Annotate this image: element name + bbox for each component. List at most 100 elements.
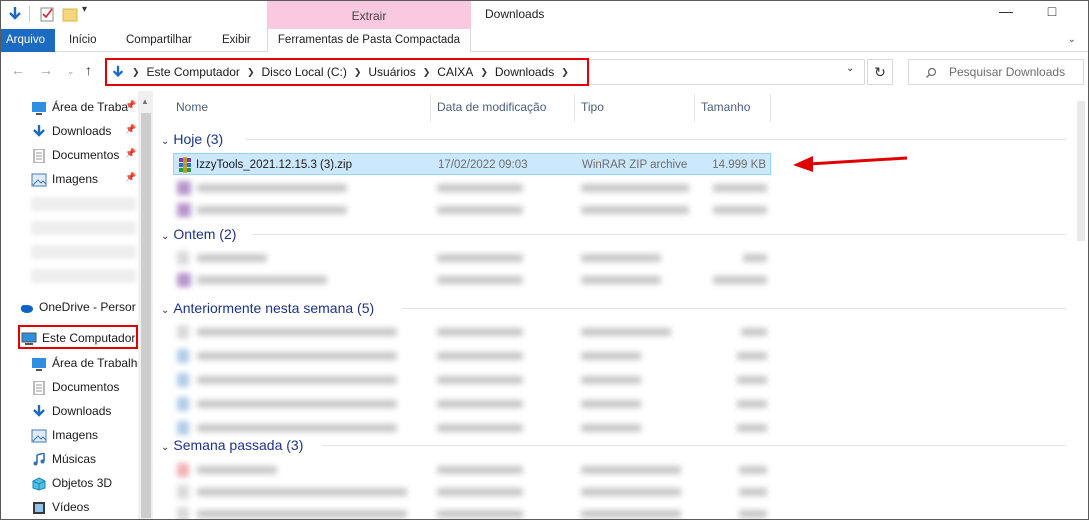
address-history-icon[interactable]: ⌄ xyxy=(846,63,854,74)
group-label: Hoje (3) xyxy=(173,131,224,147)
nav-item-objetos-3d[interactable]: Objetos 3D xyxy=(31,472,139,494)
new-folder-icon[interactable] xyxy=(62,6,78,22)
group-header-hoje[interactable]: ⌄ Hoje (3) xyxy=(161,128,223,150)
blurred-file-row[interactable] xyxy=(173,247,771,269)
group-label: Anteriormente nesta semana (5) xyxy=(173,300,375,316)
blurred-file-row[interactable] xyxy=(173,393,771,415)
group-header-semana-passada[interactable]: ⌄ Semana passada (3) xyxy=(161,434,303,456)
blurred-folder[interactable] xyxy=(31,221,136,235)
group-header-anteriormente[interactable]: ⌄ Anteriormente nesta semana (5) xyxy=(161,297,374,319)
nav-item-label: Imagens xyxy=(52,428,99,442)
column-divider[interactable] xyxy=(430,94,431,122)
context-group-header: Extrair xyxy=(267,1,471,29)
file-list: Nome Data de modificação Tipo Tamanho ⌄ H… xyxy=(156,91,1074,519)
video-icon xyxy=(33,501,45,514)
documents-icon xyxy=(33,148,45,163)
group-divider xyxy=(252,234,1066,235)
nav-item-label: OneDrive - Persor xyxy=(39,300,136,314)
blurred-folder[interactable] xyxy=(31,269,136,283)
nav-item-label: Objetos 3D xyxy=(52,476,113,490)
pin-icon[interactable]: 📌 xyxy=(125,172,136,183)
nav-item-label: Downloads xyxy=(52,404,112,418)
nav-item-onedrive[interactable]: OneDrive - Persor xyxy=(18,296,140,318)
blurred-file-row[interactable] xyxy=(173,321,771,343)
nav-item-videos[interactable]: Vídeos xyxy=(31,496,139,518)
maximize-button[interactable]: □ xyxy=(1037,3,1067,25)
blurred-file-row[interactable] xyxy=(173,459,771,481)
file-row-selected[interactable]: IzzyTools_2021.12.15.3 (3).zip 17/02/202… xyxy=(173,153,771,175)
images-icon xyxy=(31,429,47,443)
nav-item-documentos-pc[interactable]: Documentos xyxy=(31,376,139,398)
nav-item-area-de-trabalho[interactable]: Área de Traba xyxy=(31,96,139,118)
column-header-tipo[interactable]: Tipo xyxy=(581,96,604,118)
group-header-ontem[interactable]: ⌄ Ontem (2) xyxy=(161,223,236,245)
tab-arquivo[interactable]: Arquivo xyxy=(1,29,55,52)
download-icon xyxy=(33,404,45,417)
nav-item-imagens[interactable]: Imagens xyxy=(31,168,139,190)
chevron-down-icon[interactable]: ⌄ xyxy=(161,442,169,453)
nav-item-label: Downloads xyxy=(52,124,112,138)
blurred-file-row[interactable] xyxy=(173,177,771,199)
chevron-down-icon[interactable]: ⌄ xyxy=(161,136,169,147)
blurred-file-row[interactable] xyxy=(173,481,771,503)
expand-ribbon-icon[interactable]: ⌄ xyxy=(1068,34,1076,45)
file-type: WinRAR ZIP archive xyxy=(582,159,688,171)
column-divider[interactable] xyxy=(694,94,695,122)
properties-icon[interactable] xyxy=(39,6,55,22)
blurred-file-row[interactable] xyxy=(173,269,771,291)
nav-item-label: Área de Trabalho xyxy=(52,356,139,370)
pin-icon[interactable]: 📌 xyxy=(125,100,136,111)
tab-inicio[interactable]: Início xyxy=(69,29,97,52)
desktop-icon xyxy=(32,101,46,115)
qat-customize-icon[interactable]: ▾ xyxy=(82,4,87,15)
file-size: 14.999 KB xyxy=(712,159,766,171)
nav-item-label: Documentos xyxy=(52,380,120,394)
refresh-button[interactable]: ↻ xyxy=(867,59,893,85)
column-divider[interactable] xyxy=(770,94,771,122)
scroll-up-icon[interactable]: ▲ xyxy=(141,97,149,106)
nav-item-label: Músicas xyxy=(52,452,97,466)
desktop-icon xyxy=(32,357,46,371)
column-header-data[interactable]: Data de modificação xyxy=(437,96,546,118)
column-divider[interactable] xyxy=(574,94,575,122)
blurred-folder[interactable] xyxy=(31,197,136,211)
up-button[interactable]: ↑ xyxy=(85,62,92,78)
file-list-scrollbar-thumb[interactable] xyxy=(1077,101,1085,241)
group-divider xyxy=(402,308,1066,309)
chevron-down-icon[interactable]: ⌄ xyxy=(161,305,169,316)
blurred-file-row[interactable] xyxy=(173,503,771,519)
blurred-file-row[interactable] xyxy=(173,369,771,391)
back-button[interactable]: ← xyxy=(11,62,25,78)
nav-item-downloads-pc[interactable]: Downloads xyxy=(31,400,139,422)
forward-button[interactable]: → xyxy=(39,62,53,78)
explorer-window: ▾ Extrair Downloads — □ Arquivo Início C… xyxy=(0,0,1089,520)
recent-locations-icon[interactable]: ⌄ xyxy=(67,66,75,77)
nav-item-downloads[interactable]: Downloads xyxy=(31,120,139,142)
nav-item-documentos[interactable]: Documentos xyxy=(31,144,139,166)
tab-compartilhar[interactable]: Compartilhar xyxy=(126,29,192,52)
music-icon xyxy=(33,452,45,466)
pin-icon[interactable]: 📌 xyxy=(125,148,136,159)
tab-ferramentas-pasta-compactada[interactable]: Ferramentas de Pasta Compactada xyxy=(267,29,471,52)
minimize-button[interactable]: — xyxy=(991,3,1021,25)
blurred-file-row[interactable] xyxy=(173,199,771,221)
download-icon[interactable] xyxy=(7,6,23,22)
search-icon xyxy=(926,67,937,78)
nav-scrollbar-thumb[interactable] xyxy=(141,113,151,518)
group-label: Semana passada (3) xyxy=(173,437,304,453)
column-header-tamanho[interactable]: Tamanho xyxy=(701,96,750,118)
annotation-arrow-icon xyxy=(793,156,908,172)
download-icon xyxy=(33,124,45,137)
nav-item-area-de-trabalho-pc[interactable]: Área de Trabalho xyxy=(31,352,139,374)
chevron-down-icon[interactable]: ⌄ xyxy=(161,231,169,242)
tab-exibir[interactable]: Exibir xyxy=(222,29,251,52)
blurred-file-row[interactable] xyxy=(173,345,771,367)
nav-item-imagens-pc[interactable]: Imagens xyxy=(31,424,139,446)
column-header-nome[interactable]: Nome xyxy=(176,96,208,118)
nav-item-musicas[interactable]: Músicas xyxy=(31,448,139,470)
file-name: IzzyTools_2021.12.15.3 (3).zip xyxy=(196,159,352,171)
nav-item-label: Vídeos xyxy=(52,500,90,514)
pin-icon[interactable]: 📌 xyxy=(125,124,136,135)
ribbon-tabs: Arquivo Início Compartilhar Exibir Ferra… xyxy=(1,29,1088,52)
blurred-folder[interactable] xyxy=(31,245,136,259)
